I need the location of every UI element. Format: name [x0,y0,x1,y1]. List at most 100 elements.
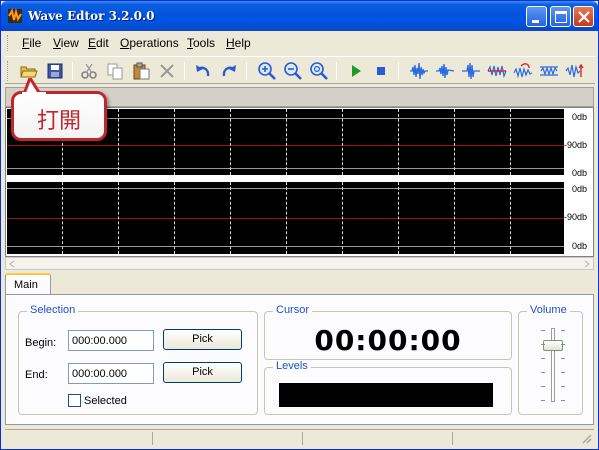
begin-pick-button[interactable]: Pick [163,329,242,350]
maximize-button[interactable] [550,6,571,27]
grid-line [454,109,455,175]
menu-bar: File View Edit Operations Tools Help [5,32,595,54]
selected-label: Selected [84,395,127,407]
grid-line [510,182,511,254]
wave-effect-7-icon[interactable] [565,61,585,81]
menu-edit[interactable]: Edit [87,36,110,50]
minimize-icon [532,20,539,23]
play-icon[interactable] [346,61,366,81]
close-icon [578,11,590,23]
toolbar-grip [7,61,10,81]
zoom-fit-icon[interactable] [309,61,329,81]
app-window: Wave Edtor 3.2.0.0 File View Edit Operat… [0,0,599,450]
volume-tick [561,344,565,345]
grid-line [454,182,455,254]
db-label-bottom: 0db [571,241,587,251]
callout-pointer [22,78,46,94]
wave-effect-4-icon[interactable] [487,61,507,81]
grid-line [62,182,63,254]
selected-checkbox[interactable] [68,394,81,407]
begin-input[interactable] [68,330,154,351]
menu-view[interactable]: View [52,36,80,50]
grid-line [174,182,175,254]
levels-meter [279,383,493,407]
volume-slider-track[interactable] [551,328,555,402]
selection-title: Selection [27,304,79,316]
toolbar [5,56,595,84]
grid-line [118,109,119,175]
volume-group: Volume [518,304,583,415]
status-bar [5,429,594,445]
stop-icon[interactable] [371,61,391,81]
undo-icon[interactable] [193,61,213,81]
main-panel: Selection Begin: Pick End: Pick Selected… [5,294,594,425]
volume-tick [541,358,545,359]
maximize-icon [555,11,567,23]
menu-operations[interactable]: Operations [119,36,180,50]
volume-slider-thumb[interactable] [543,340,563,352]
zoom-in-icon[interactable] [257,61,277,81]
cut-icon[interactable] [79,61,99,81]
toolbar-separator [72,62,73,80]
end-label: End: [25,369,48,381]
paste-icon[interactable] [131,61,151,81]
redo-icon[interactable] [219,61,239,81]
levels-title: Levels [273,360,311,372]
grid-line [510,109,511,175]
volume-tick [561,386,565,387]
volume-tick [561,330,565,331]
menu-grip [7,35,10,51]
cursor-title: Cursor [273,304,313,316]
volume-tick [561,358,565,359]
minimize-button[interactable] [526,6,547,27]
end-pick-button[interactable]: Pick [163,362,242,383]
waveform-channel-2[interactable] [7,182,564,254]
cursor-group: Cursor 00:00:00 [264,304,512,360]
close-button[interactable] [573,6,594,27]
end-input[interactable] [68,363,154,384]
status-segment [305,432,453,445]
menu-help[interactable]: Help [225,36,252,50]
levels-group: Levels [264,360,512,415]
save-icon[interactable] [45,61,65,81]
status-segment [5,432,153,445]
app-logo-icon [8,8,22,23]
zoom-out-icon[interactable] [283,61,303,81]
volume-tick [541,344,545,345]
db-label-top: 0db [571,184,587,194]
volume-tick [561,372,565,373]
scroll-right-icon[interactable] [582,259,592,269]
horizontal-scrollbar[interactable] [5,257,594,270]
wave-effect-5-icon[interactable] [513,61,533,81]
begin-label: Begin: [25,337,57,349]
volume-tick [541,400,545,401]
title-bar[interactable]: Wave Edtor 3.2.0.0 [1,1,598,31]
open-callout: 打開 [11,78,107,141]
grid-line [174,109,175,175]
resize-grip-icon[interactable] [580,432,592,444]
grid-line [286,182,287,254]
cursor-time: 00:00:00 [314,324,462,357]
toolbar-separator [336,62,337,80]
tab-main[interactable]: Main [5,273,51,295]
wave-effect-1-icon[interactable] [409,61,429,81]
selection-group: Selection Begin: Pick End: Pick Selected [18,304,258,415]
status-segment [155,432,303,445]
volume-title: Volume [527,304,570,316]
db-label-mid: -90db [563,212,587,222]
grid-line [342,182,343,254]
toolbar-separator [184,62,185,80]
window-title: Wave Edtor 3.2.0.0 [28,9,155,23]
copy-icon[interactable] [105,61,125,81]
delete-icon[interactable] [157,61,177,81]
menu-tools[interactable]: Tools [186,36,216,50]
volume-tick [541,386,545,387]
wave-effect-2-icon[interactable] [435,61,455,81]
scroll-left-icon[interactable] [7,259,17,269]
db-label-top: 0db [571,112,587,122]
volume-tick [541,330,545,331]
menu-file[interactable]: File [21,36,42,50]
wave-effect-6-icon[interactable] [539,61,559,81]
wave-effect-3-icon[interactable] [461,61,481,81]
tab-row: Main [5,273,594,295]
